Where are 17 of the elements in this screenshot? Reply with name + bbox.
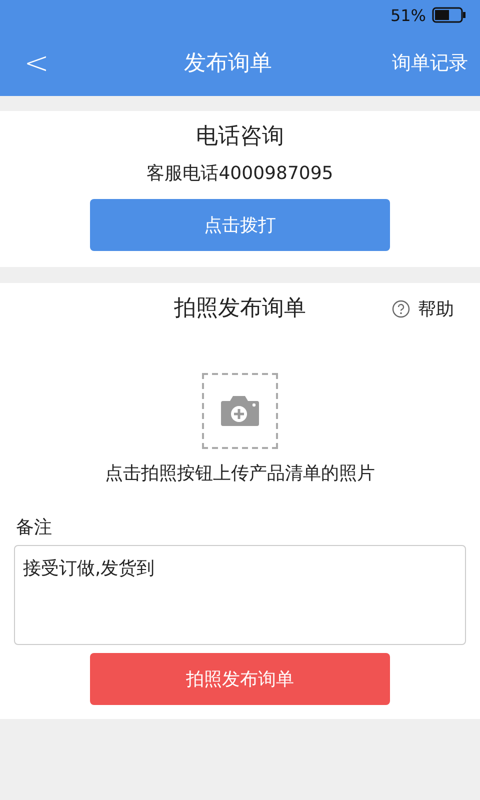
upload-hint: 点击拍照按钮上传产品清单的照片 [105, 462, 375, 485]
inquiry-records-link[interactable]: 询单记录 [392, 50, 468, 76]
page-title: 发布询单 [184, 50, 272, 78]
camera-icon [221, 396, 259, 426]
section-title: 拍照发布询单 [174, 295, 306, 323]
submit-button[interactable]: 拍照发布询单 [90, 653, 390, 705]
note-label: 备注 [16, 516, 52, 539]
help-icon [392, 300, 410, 318]
back-button[interactable]: < [24, 46, 64, 80]
note-field[interactable]: 接受订做,发货到 [14, 545, 466, 645]
help-button[interactable]: 帮助 [392, 297, 454, 321]
battery-icon [432, 7, 466, 23]
photo-upload-button[interactable] [202, 373, 278, 449]
section-title: 电话咨询 [196, 123, 284, 151]
call-button[interactable]: 点击拨打 [90, 199, 390, 251]
phone-number: 客服电话4000987095 [146, 162, 334, 185]
battery-percentage: 51% [390, 6, 426, 24]
